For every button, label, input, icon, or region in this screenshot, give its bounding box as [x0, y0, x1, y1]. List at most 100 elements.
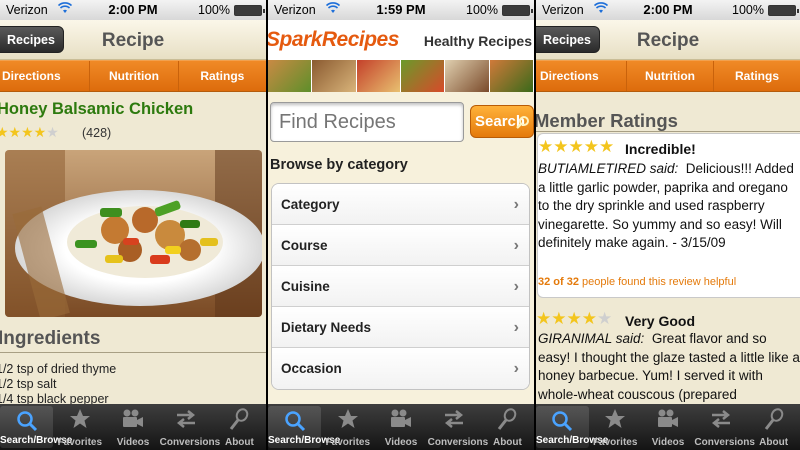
tabbar-favorites[interactable]: Favorites — [321, 404, 374, 450]
tabbar-videos[interactable]: Videos — [374, 404, 427, 450]
spark-recipes-logo: SparkRecipes — [268, 28, 399, 51]
brand-header: SparkRecipes Healthy Recipes — [268, 20, 534, 60]
whisk-icon — [498, 408, 517, 430]
nav-bar: Recipes Recipe — [0, 20, 266, 60]
video-camera-icon — [391, 409, 411, 427]
review-author: BUTIAMLETIRED said: — [538, 161, 679, 176]
tabbar-search-browse[interactable]: Search/Browse — [268, 406, 341, 448]
tab-directions[interactable]: Directions — [0, 61, 91, 91]
tabbar-label: Conversions — [427, 437, 489, 448]
battery-percent: 100% — [732, 3, 764, 17]
tabbar-label: Conversions — [694, 437, 755, 448]
tabbar-label: Favorites — [57, 437, 103, 448]
tab-nutrition[interactable]: Nutrition — [627, 61, 714, 91]
battery-icon — [234, 5, 265, 16]
chevron-right-icon: › — [513, 319, 519, 336]
battery-icon — [768, 5, 799, 16]
swap-arrows-icon — [445, 410, 464, 428]
category-item-occasion[interactable]: Occasion › — [272, 348, 529, 389]
tabbar-label: Favorites — [325, 437, 371, 448]
category-item-course[interactable]: Course › — [272, 225, 529, 266]
tabbar-label: Search/Browse — [268, 435, 341, 446]
review-title: Incredible! — [625, 141, 696, 157]
search-screen: Verizon 1:59 PM 100% SparkRecipes Health… — [268, 0, 534, 450]
star-icon — [69, 409, 90, 428]
category-label: Category — [281, 197, 340, 212]
tabbar-about[interactable]: About — [747, 404, 800, 450]
recipe-screen: Verizon 2:00 PM 100% Recipes Recipe Dire… — [0, 0, 266, 450]
category-label: Cuisine — [281, 279, 330, 294]
tabbar-label: Videos — [116, 437, 150, 448]
review-author: GIRANIMAL said: — [538, 331, 645, 346]
video-camera-icon — [123, 409, 143, 427]
divider — [0, 352, 266, 353]
category-label: Course — [281, 238, 328, 253]
tabbar-label: Favorites — [592, 437, 638, 448]
battery-icon — [502, 5, 533, 16]
tabbar-conversions[interactable]: Conversions — [159, 404, 221, 450]
review-stars: ★★★★★ — [536, 309, 613, 328]
tabbar-conversions[interactable]: Conversions — [427, 404, 489, 450]
status-bar: Verizon 2:00 PM 100% — [0, 0, 266, 20]
tabbar-label: Videos — [384, 437, 418, 448]
search-input[interactable] — [270, 102, 464, 142]
video-camera-icon — [657, 409, 678, 427]
tab-directions[interactable]: Directions — [536, 61, 627, 91]
tabbar-label: About — [224, 437, 254, 448]
search-area: Search — [268, 92, 534, 152]
chevron-right-icon: › — [513, 237, 519, 254]
tabbar-label: Videos — [651, 437, 685, 448]
review-helpful: 32 of 32 people found this review helpfu… — [538, 276, 736, 288]
tabbar-search-browse[interactable]: Search/Browse — [0, 406, 73, 448]
tabbar-search-browse[interactable]: Search/Browse — [536, 406, 608, 448]
whisk-icon — [230, 408, 249, 430]
ingredient-item: 1/2 tsp salt — [0, 377, 57, 391]
category-item-category[interactable]: Category › — [272, 184, 529, 225]
recipe-photo — [5, 150, 262, 317]
tab-bar: Search/Browse Favorites Videos Conversio… — [536, 404, 800, 450]
food-photo-strip — [268, 60, 534, 92]
tab-nutrition[interactable]: Nutrition — [90, 61, 179, 91]
browse-heading: Browse by category — [270, 157, 408, 173]
tabbar-favorites[interactable]: Favorites — [589, 404, 642, 450]
tabbar-videos[interactable]: Videos — [106, 404, 159, 450]
tab-ratings[interactable]: Ratings — [714, 61, 800, 91]
search-icon — [16, 411, 37, 432]
tagline: Healthy Recipes — [423, 33, 532, 49]
tabbar-videos[interactable]: Videos — [642, 404, 695, 450]
chevron-right-icon: › — [513, 196, 519, 213]
tabbar-favorites[interactable]: Favorites — [53, 404, 106, 450]
category-list: Category › Course › Cuisine › Dietary Needs… — [271, 183, 530, 390]
ratings-screen: Verizon 2:00 PM 100% Recipes Recipe Dire… — [536, 0, 800, 450]
helpful-count: 32 of 32 — [538, 276, 579, 288]
swap-arrows-icon — [711, 410, 730, 428]
category-label: Occasion — [281, 361, 342, 376]
review-title: Very Good — [625, 313, 696, 329]
page-title: Recipe — [101, 30, 165, 51]
status-bar: Verizon 2:00 PM 100% — [536, 0, 800, 20]
tab-ratings[interactable]: Ratings — [178, 61, 266, 91]
tabbar-label: About — [492, 437, 522, 448]
tabbar-conversions[interactable]: Conversions — [694, 404, 755, 450]
recipe-title: Honey Balsamic Chicken — [0, 100, 194, 118]
helpful-text: people found this review helpful — [582, 276, 737, 288]
star-icon — [337, 409, 358, 428]
tab-bar: Search/Browse Favorites Videos Conversio… — [0, 404, 266, 450]
search-icon — [284, 411, 305, 432]
star-icon — [605, 409, 626, 428]
tabbar-about[interactable]: About — [213, 404, 266, 450]
review-stars: ★★★★★ — [538, 137, 615, 156]
tab-bar: Search/Browse Favorites Videos Conversio… — [268, 404, 534, 450]
divider — [536, 131, 800, 132]
category-item-dietary-needs[interactable]: Dietary Needs › — [272, 307, 529, 348]
nav-bar: Recipes Recipe — [536, 20, 800, 60]
tabbar-label: About — [759, 437, 789, 448]
tabbar-about[interactable]: About — [481, 404, 534, 450]
review-body: GIRANIMAL said: Great flavor and so easy… — [538, 330, 800, 404]
tabbar-label: Conversions — [159, 437, 221, 448]
chevron-right-icon: › — [513, 360, 519, 377]
category-item-cuisine[interactable]: Cuisine › — [272, 266, 529, 307]
search-button[interactable]: Search — [470, 105, 534, 138]
chevron-right-icon: › — [513, 278, 519, 295]
tabbar-label: Search/Browse — [0, 435, 73, 446]
